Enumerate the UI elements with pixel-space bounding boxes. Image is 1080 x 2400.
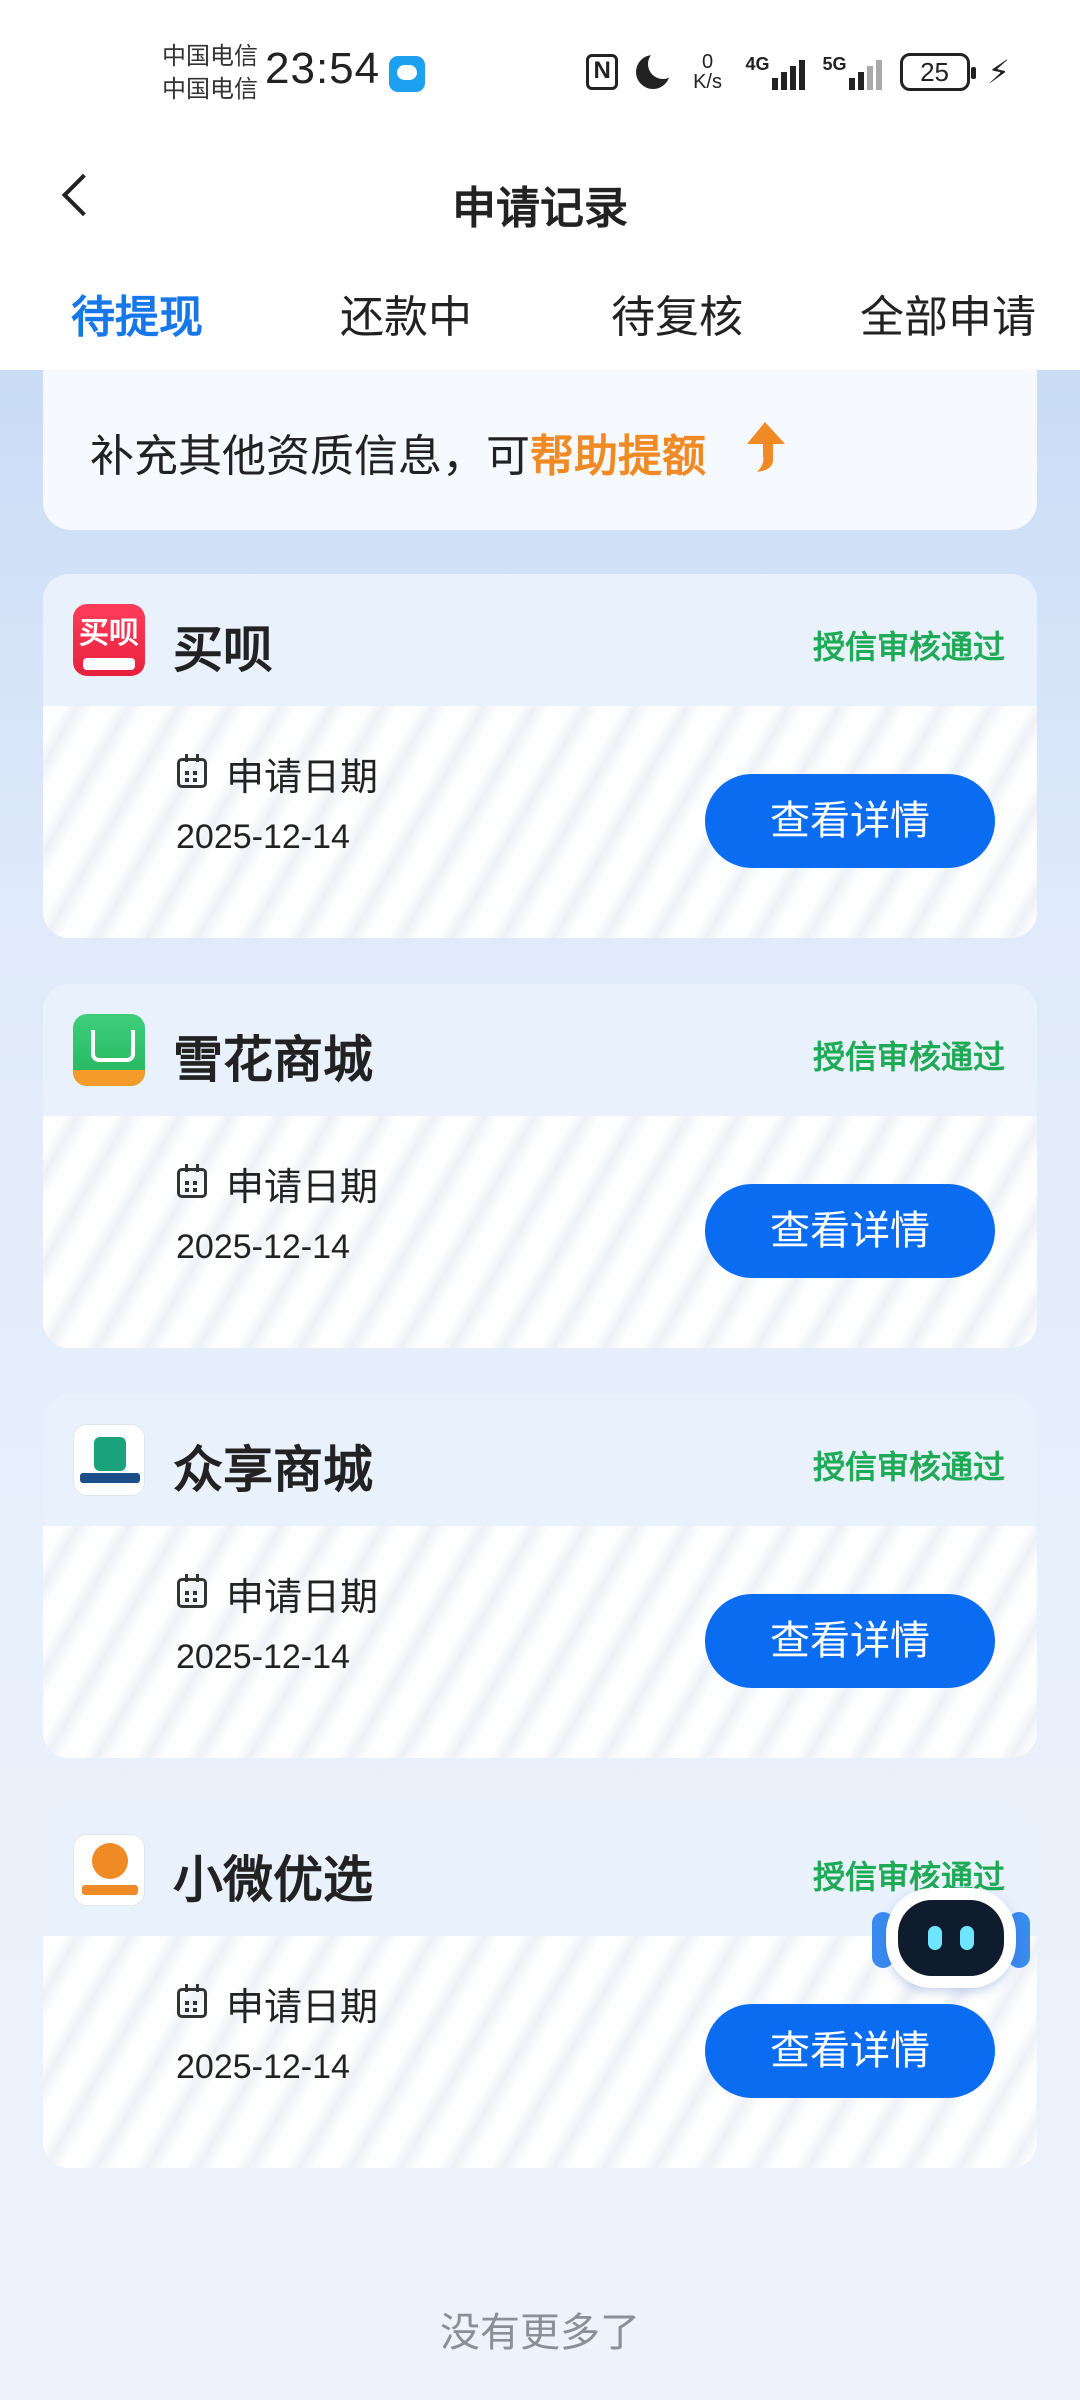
xuehua-mall-logo-icon (73, 1014, 145, 1086)
card-body: 申请日期 2025-12-14 查看详情 (43, 706, 1037, 938)
tab-pending-withdrawal[interactable]: 待提现 (71, 281, 203, 345)
network-speed-value: 0 (701, 51, 714, 73)
card-body: 申请日期 2025-12-14 查看详情 (43, 1116, 1037, 1348)
date-value: 2025-12-14 (176, 818, 350, 856)
robot-face (898, 1900, 1004, 1976)
battery-icon: 25 (899, 53, 976, 91)
status-badge: 授信审核通过 (812, 1449, 1005, 1485)
app-name: 众享商城 (173, 1442, 373, 1498)
carrier-2: 中国电信 (162, 76, 258, 103)
banner-text-main: 补充其他资质信息，可 (90, 432, 530, 481)
date-value: 2025-12-14 (176, 2048, 350, 2086)
signal-5g-icon: 5G (823, 54, 882, 90)
card-body: 申请日期 2025-12-14 查看详情 (43, 1526, 1037, 1758)
tab-bar: 待提现 还款中 待复核 全部申请 (0, 255, 1080, 370)
application-card: 雪花商城 授信审核通过 申请日期 2025-12-14 查看详情 (43, 984, 1037, 1348)
tab-pending-review[interactable]: 待复核 (611, 281, 743, 345)
charging-icon: ⚡ (987, 54, 1010, 90)
robot-head (886, 1888, 1016, 1988)
network-speed-unit: K/s (693, 71, 722, 93)
app-name: 买呗 (173, 622, 273, 678)
status-badge: 授信审核通过 (812, 1039, 1005, 1075)
date-label: 申请日期 (226, 757, 379, 799)
date-value: 2025-12-14 (176, 1228, 350, 1266)
robot-eye-right (960, 1926, 974, 1950)
app-name: 雪花商城 (173, 1032, 373, 1088)
banner-highlight: 帮助提额 (530, 432, 706, 481)
calendar-icon (177, 1574, 207, 1608)
card-header: 众享商城 授信审核通过 (43, 1394, 1037, 1526)
card-header: 买呗 买呗 授信审核通过 (43, 574, 1037, 706)
status-badge: 授信审核通过 (812, 629, 1005, 665)
message-icon (389, 56, 425, 92)
date-label: 申请日期 (226, 1987, 379, 2029)
maibei-logo-icon: 买呗 (73, 604, 145, 676)
application-card: 众享商城 授信审核通过 申请日期 2025-12-14 查看详情 (43, 1394, 1037, 1758)
clock: 23:54 (265, 44, 381, 93)
calendar-icon (177, 754, 207, 788)
tab-repaying[interactable]: 还款中 (340, 281, 472, 345)
end-of-list-text: 没有更多了 (440, 2311, 640, 2355)
do-not-disturb-icon (635, 49, 678, 89)
page-title: 申请记录 (452, 184, 628, 233)
view-details-button[interactable]: 查看详情 (705, 1184, 995, 1278)
view-details-button[interactable]: 查看详情 (705, 774, 995, 868)
date-value: 2025-12-14 (176, 1638, 350, 1676)
carrier-1: 中国电信 (162, 43, 258, 70)
maibei-logo-text: 买呗 (79, 617, 139, 650)
credit-boost-banner[interactable]: 补充其他资质信息，可帮助提额 (43, 370, 1037, 530)
application-card: 买呗 买呗 授信审核通过 申请日期 2025-12-14 查看详情 (43, 574, 1037, 938)
zhongxiang-mall-logo-icon (73, 1424, 145, 1496)
app-name: 小微优选 (173, 1852, 373, 1908)
xiaowei-youxuan-logo-icon (73, 1834, 145, 1906)
calendar-icon (177, 1984, 207, 2018)
calendar-icon (177, 1164, 207, 1198)
card-header: 雪花商城 授信审核通过 (43, 984, 1037, 1116)
view-details-button[interactable]: 查看详情 (705, 1594, 995, 1688)
status-bar: 中国电信 中国电信 23:54 0 K/s 4G 5G 25 ⚡ (0, 0, 1080, 140)
status-icons: 0 K/s 4G 5G 25 ⚡ (585, 48, 1010, 96)
assistant-robot-icon[interactable] (872, 1888, 1030, 1988)
robot-eye-left (928, 1926, 942, 1950)
banner-text: 补充其他资质信息，可帮助提额 (90, 420, 706, 484)
view-details-button[interactable]: 查看详情 (705, 2004, 995, 2098)
date-label: 申请日期 (226, 1167, 379, 1209)
carrier-labels: 中国电信 中国电信 (162, 40, 258, 106)
tab-all-applications[interactable]: 全部申请 (860, 281, 1036, 345)
network-speed: 0 K/s (688, 52, 728, 92)
nfc-icon (585, 54, 618, 90)
date-label: 申请日期 (226, 1577, 379, 1619)
arrow-up-icon (747, 422, 785, 472)
signal-4g-icon: 4G (746, 54, 805, 90)
signal-5g-label: 5G (822, 54, 847, 74)
header: 申请记录 (0, 140, 1080, 255)
signal-4g-label: 4G (745, 54, 770, 74)
